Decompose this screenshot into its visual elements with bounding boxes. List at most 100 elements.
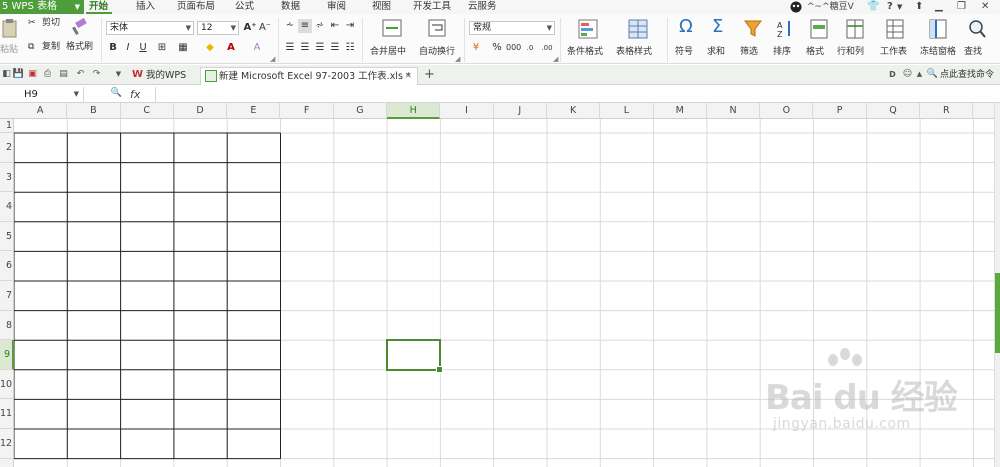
dialog-launcher-icon[interactable]: ◢ (553, 55, 558, 63)
dialog-launcher-icon[interactable]: ◢ (455, 55, 460, 63)
find-button[interactable]: 查找 (964, 44, 982, 57)
font-color-icon[interactable]: A (224, 41, 238, 55)
row-header[interactable]: 3 (0, 163, 14, 193)
symbol-button[interactable]: 符号 (675, 44, 693, 57)
column-header[interactable]: N (707, 103, 761, 119)
table-style-button[interactable]: 表格样式 (616, 44, 652, 57)
rows-cols-icon[interactable] (846, 19, 864, 39)
column-header[interactable]: C (121, 103, 174, 119)
comma-icon[interactable]: 000 (506, 41, 521, 55)
worksheet-button[interactable]: 工作表 (880, 44, 907, 57)
selected-cell[interactable] (386, 339, 444, 373)
undo-icon[interactable]: ↶ (74, 68, 87, 81)
menu-tab[interactable]: 页面布局 (177, 0, 215, 14)
percent-icon[interactable]: % (490, 41, 504, 55)
sum-button[interactable]: 求和 (707, 44, 725, 57)
format-painter-icon[interactable] (72, 18, 88, 36)
new-tab-icon[interactable]: + (423, 68, 436, 81)
user-name[interactable]: ^~^糖豆V (807, 0, 854, 14)
align-bottom-icon[interactable]: ⩫ (313, 19, 327, 33)
align-center-icon[interactable]: ☰ (298, 41, 312, 55)
row-header[interactable]: 12 (0, 429, 14, 459)
format-painter-button[interactable]: 格式刷 (66, 41, 93, 53)
row-header[interactable]: 1 (0, 119, 14, 133)
sort-button[interactable]: 排序 (773, 44, 791, 57)
column-header[interactable]: M (654, 103, 707, 119)
fill-color-icon[interactable]: ◆ (203, 41, 217, 55)
decrease-decimal-icon[interactable]: .00 (540, 41, 554, 55)
column-header[interactable]: J (494, 103, 547, 119)
shirt-icon[interactable]: 👕 (867, 0, 879, 14)
conditional-format-button[interactable]: 条件格式 (567, 44, 603, 57)
wrap-text-icon[interactable] (428, 19, 446, 37)
chevron-up-icon[interactable]: ▲ (913, 68, 926, 81)
column-header[interactable]: L (600, 103, 654, 119)
increase-decimal-icon[interactable]: .0 (523, 41, 537, 55)
user-avatar-icon[interactable] (790, 1, 802, 13)
redo-icon[interactable]: ↷ (90, 68, 103, 81)
row-header[interactable]: 9 (0, 340, 14, 370)
maximize-icon[interactable]: ❐ (957, 0, 966, 14)
help-button[interactable]: ? (887, 0, 893, 14)
filter-button[interactable]: 筛选 (740, 44, 758, 57)
format-icon[interactable] (810, 19, 828, 39)
font-name-select[interactable]: 宋体 ▼ (106, 21, 194, 35)
dialog-launcher-icon[interactable]: ◢ (270, 55, 275, 63)
customize-quick-access-icon[interactable]: ▼ (112, 68, 125, 81)
document-tab-active[interactable]: 新建 Microsoft Excel 97-2003 工作表.xls * × (200, 67, 418, 85)
sort-icon[interactable]: AZ (776, 19, 794, 39)
merge-center-button[interactable]: 合并居中 (370, 44, 406, 57)
copy-button[interactable]: 复制 (42, 41, 60, 53)
indent-decrease-icon[interactable]: ⇤ (328, 19, 342, 33)
cut-icon[interactable]: ✂ (28, 17, 36, 29)
restore-ribbon-icon[interactable]: ⬆ (915, 0, 923, 14)
column-header[interactable]: K (547, 103, 601, 119)
close-icon[interactable]: ✕ (981, 0, 989, 14)
currency-icon[interactable]: ¥ (469, 41, 483, 55)
bold-button[interactable]: B (106, 41, 120, 55)
zoom-icon[interactable]: 🔍 (110, 87, 123, 100)
symbol-icon[interactable]: Ω (679, 16, 693, 38)
filter-icon[interactable] (744, 19, 762, 39)
menu-tab[interactable]: 审阅 (327, 0, 346, 14)
format-button[interactable]: 格式 (806, 44, 824, 57)
justify-icon[interactable]: ☰ (328, 41, 342, 55)
print-preview-icon[interactable]: ▤ (57, 68, 70, 81)
number-format-select[interactable]: 常规 ▼ (469, 21, 555, 35)
italic-button[interactable]: I (121, 41, 135, 55)
row-header[interactable]: 4 (0, 192, 14, 222)
cell-style-icon[interactable]: ▦ (176, 41, 190, 55)
document-tab[interactable]: W 我的WPS (128, 67, 200, 85)
table-style-icon[interactable] (628, 19, 648, 39)
conditional-format-icon[interactable] (578, 19, 598, 39)
menu-tab[interactable]: 公式 (235, 0, 254, 14)
command-search-input[interactable]: 点此查找命令 (940, 69, 994, 81)
merge-center-icon[interactable] (382, 19, 402, 37)
copy-icon[interactable]: ⧉ (28, 41, 34, 53)
menu-tab[interactable]: 数据 (281, 0, 300, 14)
column-header[interactable]: D (174, 103, 228, 119)
freeze-panes-button[interactable]: 冻结窗格 (920, 44, 956, 57)
row-header[interactable]: 8 (0, 311, 14, 341)
clear-format-icon[interactable]: A (250, 41, 264, 55)
menu-tab[interactable]: 开发工具 (413, 0, 451, 14)
row-header[interactable]: 7 (0, 281, 14, 311)
rows-cols-button[interactable]: 行和列 (837, 44, 864, 57)
paste-label[interactable]: 粘贴 (0, 44, 18, 56)
row-header[interactable]: 10 (0, 370, 14, 400)
close-tab-icon[interactable]: × (404, 68, 412, 85)
chevron-down-icon[interactable]: ▼ (897, 0, 902, 14)
align-left-icon[interactable]: ☰ (283, 41, 297, 55)
minimize-icon[interactable]: ▁ (935, 0, 943, 14)
column-header[interactable]: I (440, 103, 494, 119)
column-header[interactable]: Q (867, 103, 921, 119)
search-icon[interactable]: 🔍 (926, 68, 939, 81)
insert-function-button[interactable]: fx (130, 87, 140, 102)
menu-tab[interactable]: 云服务 (468, 0, 497, 14)
column-header[interactable]: A (14, 103, 68, 119)
indent-increase-icon[interactable]: ⇥ (343, 19, 357, 33)
column-header[interactable]: F (281, 103, 334, 119)
underline-button[interactable]: U (136, 41, 150, 55)
column-header[interactable]: P (814, 103, 867, 119)
paste-icon[interactable] (2, 18, 18, 38)
